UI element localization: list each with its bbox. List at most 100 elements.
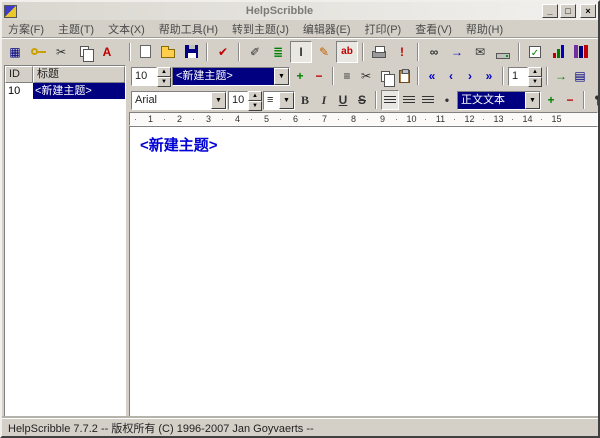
spellcheck-button[interactable]: ≣: [267, 41, 289, 63]
add-style-button[interactable]: +: [542, 90, 560, 110]
dropdown-arrow-icon[interactable]: ▼: [274, 68, 289, 85]
dropdown-arrow-icon[interactable]: ▼: [525, 92, 540, 109]
pencil-icon: ✎: [319, 46, 329, 58]
spin-up-icon[interactable]: ▲: [248, 91, 262, 101]
help-contents-button[interactable]: [570, 41, 592, 63]
copy-button[interactable]: [376, 66, 394, 86]
dropdown-arrow-icon[interactable]: ▼: [279, 92, 294, 109]
print-button[interactable]: [368, 41, 390, 63]
column-header-id[interactable]: ID: [5, 66, 33, 83]
spin-up-icon[interactable]: ▲: [528, 67, 542, 77]
menu-item-topic[interactable]: 主题(T): [58, 21, 94, 37]
paragraph-marks-button[interactable]: ¶: [589, 90, 600, 110]
goto-button[interactable]: →: [446, 41, 468, 63]
bullet-list-button[interactable]: •: [438, 90, 456, 110]
scissors-icon: ✂: [361, 70, 371, 82]
editor-area[interactable]: <新建主题>: [129, 126, 598, 418]
topic-cut-button[interactable]: ✂: [50, 41, 72, 63]
topic-number-spinner[interactable]: 10 ▲▼: [131, 67, 171, 86]
italic-button[interactable]: I: [315, 90, 333, 110]
paste-button[interactable]: [395, 66, 413, 86]
spin-down-icon[interactable]: ▼: [157, 77, 171, 87]
column-header-title[interactable]: 标题: [33, 66, 125, 83]
mail-button[interactable]: ✉: [469, 41, 491, 63]
topic-list[interactable]: ID 标题 10 <新建主题>: [4, 65, 126, 417]
spin-down-icon[interactable]: ▼: [248, 101, 262, 111]
edit-topic-button[interactable]: ✐: [244, 41, 266, 63]
open-project-button[interactable]: [157, 41, 179, 63]
disk-drive-icon: [496, 53, 510, 59]
menu-bar: 方案(F) 主题(T) 文本(X) 帮助工具(H) 转到主题(J) 编辑器(E)…: [2, 20, 598, 38]
strikethrough-icon: S: [358, 94, 366, 106]
menu-item-project[interactable]: 方案(F): [8, 21, 44, 37]
grid-icon: ▦: [9, 46, 20, 58]
minimize-button[interactable]: _: [542, 4, 558, 18]
topic-title-value: <新建主题>: [173, 68, 274, 85]
bold-button[interactable]: B: [296, 90, 314, 110]
browse-sequence-spinner[interactable]: 1 ▲▼: [508, 67, 542, 86]
previous-topic-button[interactable]: ‹: [442, 66, 460, 86]
delete-topic-button[interactable]: −: [310, 66, 328, 86]
paragraph-style-combo[interactable]: 正文文本 ▼: [457, 91, 541, 110]
last-topic-button[interactable]: »: [480, 66, 498, 86]
font-size-spinner[interactable]: 10 ▲▼: [228, 91, 262, 110]
menu-item-goto-topic[interactable]: 转到主题(J): [232, 21, 289, 37]
menu-item-help[interactable]: 帮助(H): [466, 21, 503, 37]
topic-row[interactable]: 10 <新建主题>: [5, 83, 125, 99]
line-spacing-combo[interactable]: ≡ ▼: [263, 91, 295, 110]
window-title: HelpScribble: [19, 5, 540, 17]
align-center-button[interactable]: [400, 90, 418, 110]
text-cursor-mode-button[interactable]: I: [290, 41, 312, 63]
topic-font-button[interactable]: A: [96, 41, 118, 63]
topic-copy-button[interactable]: [73, 41, 95, 63]
dropdown-arrow-icon[interactable]: ▼: [211, 92, 226, 109]
title-bar[interactable]: HelpScribble _ □ ×: [2, 2, 598, 20]
menu-item-print[interactable]: 打印(P): [365, 21, 402, 37]
topic-title-combo[interactable]: <新建主题> ▼: [172, 67, 290, 86]
cut-button[interactable]: ✂: [357, 66, 375, 86]
spin-up-icon[interactable]: ▲: [157, 67, 171, 77]
underline-icon: U: [339, 94, 348, 106]
save-project-button[interactable]: [180, 41, 202, 63]
char-format-button[interactable]: ab: [336, 41, 358, 63]
close-button[interactable]: ×: [580, 4, 596, 18]
next-topic-button[interactable]: ›: [461, 66, 479, 86]
find-button[interactable]: ∞: [423, 41, 445, 63]
check-project-button[interactable]: ✔: [212, 41, 234, 63]
font-size-value[interactable]: 10: [228, 91, 248, 110]
menu-item-editor[interactable]: 编辑器(E): [303, 21, 351, 37]
topic-keywords-button[interactable]: [27, 41, 49, 63]
spin-down-icon[interactable]: ▼: [528, 77, 542, 87]
compile-button[interactable]: !: [391, 41, 413, 63]
disk-export-button[interactable]: [492, 41, 514, 63]
plus-icon: +: [547, 94, 554, 106]
font-size-updown: ▲▼: [248, 91, 262, 110]
strikethrough-button[interactable]: S: [353, 90, 371, 110]
menu-item-text[interactable]: 文本(X): [108, 21, 145, 37]
checkbox-checkmark: ✓: [531, 48, 539, 59]
align-left-button[interactable]: [381, 90, 399, 110]
topic-grid-button[interactable]: ▦: [4, 41, 26, 63]
new-project-button[interactable]: [134, 41, 156, 63]
align-right-button[interactable]: [419, 90, 437, 110]
ruler[interactable]: 1 2 3 4 5 6 7 8 9 10 11 12 13 14 15: [129, 112, 598, 126]
first-topic-button[interactable]: «: [423, 66, 441, 86]
topic-properties-button[interactable]: ≡: [338, 66, 356, 86]
delete-style-button[interactable]: −: [561, 90, 579, 110]
options-button[interactable]: ✓: [524, 41, 546, 63]
line-spacing-icon: ≡: [264, 92, 279, 109]
jump-topic-button[interactable]: →: [552, 66, 570, 86]
browse-sequence-value[interactable]: 1: [508, 67, 528, 86]
menu-item-view[interactable]: 查看(V): [415, 21, 452, 37]
statistics-button[interactable]: [547, 41, 569, 63]
minus-icon: −: [315, 70, 322, 82]
toolbar-separator: [502, 67, 504, 85]
menu-item-help-tools[interactable]: 帮助工具(H): [159, 21, 218, 37]
draw-mode-button[interactable]: ✎: [313, 41, 335, 63]
topic-number-value[interactable]: 10: [131, 67, 157, 86]
underline-button[interactable]: U: [334, 90, 352, 110]
font-name-combo[interactable]: Arial ▼: [131, 91, 227, 110]
topic-window-button[interactable]: ▤: [571, 66, 589, 86]
add-topic-button[interactable]: +: [291, 66, 309, 86]
maximize-button[interactable]: □: [560, 4, 576, 18]
